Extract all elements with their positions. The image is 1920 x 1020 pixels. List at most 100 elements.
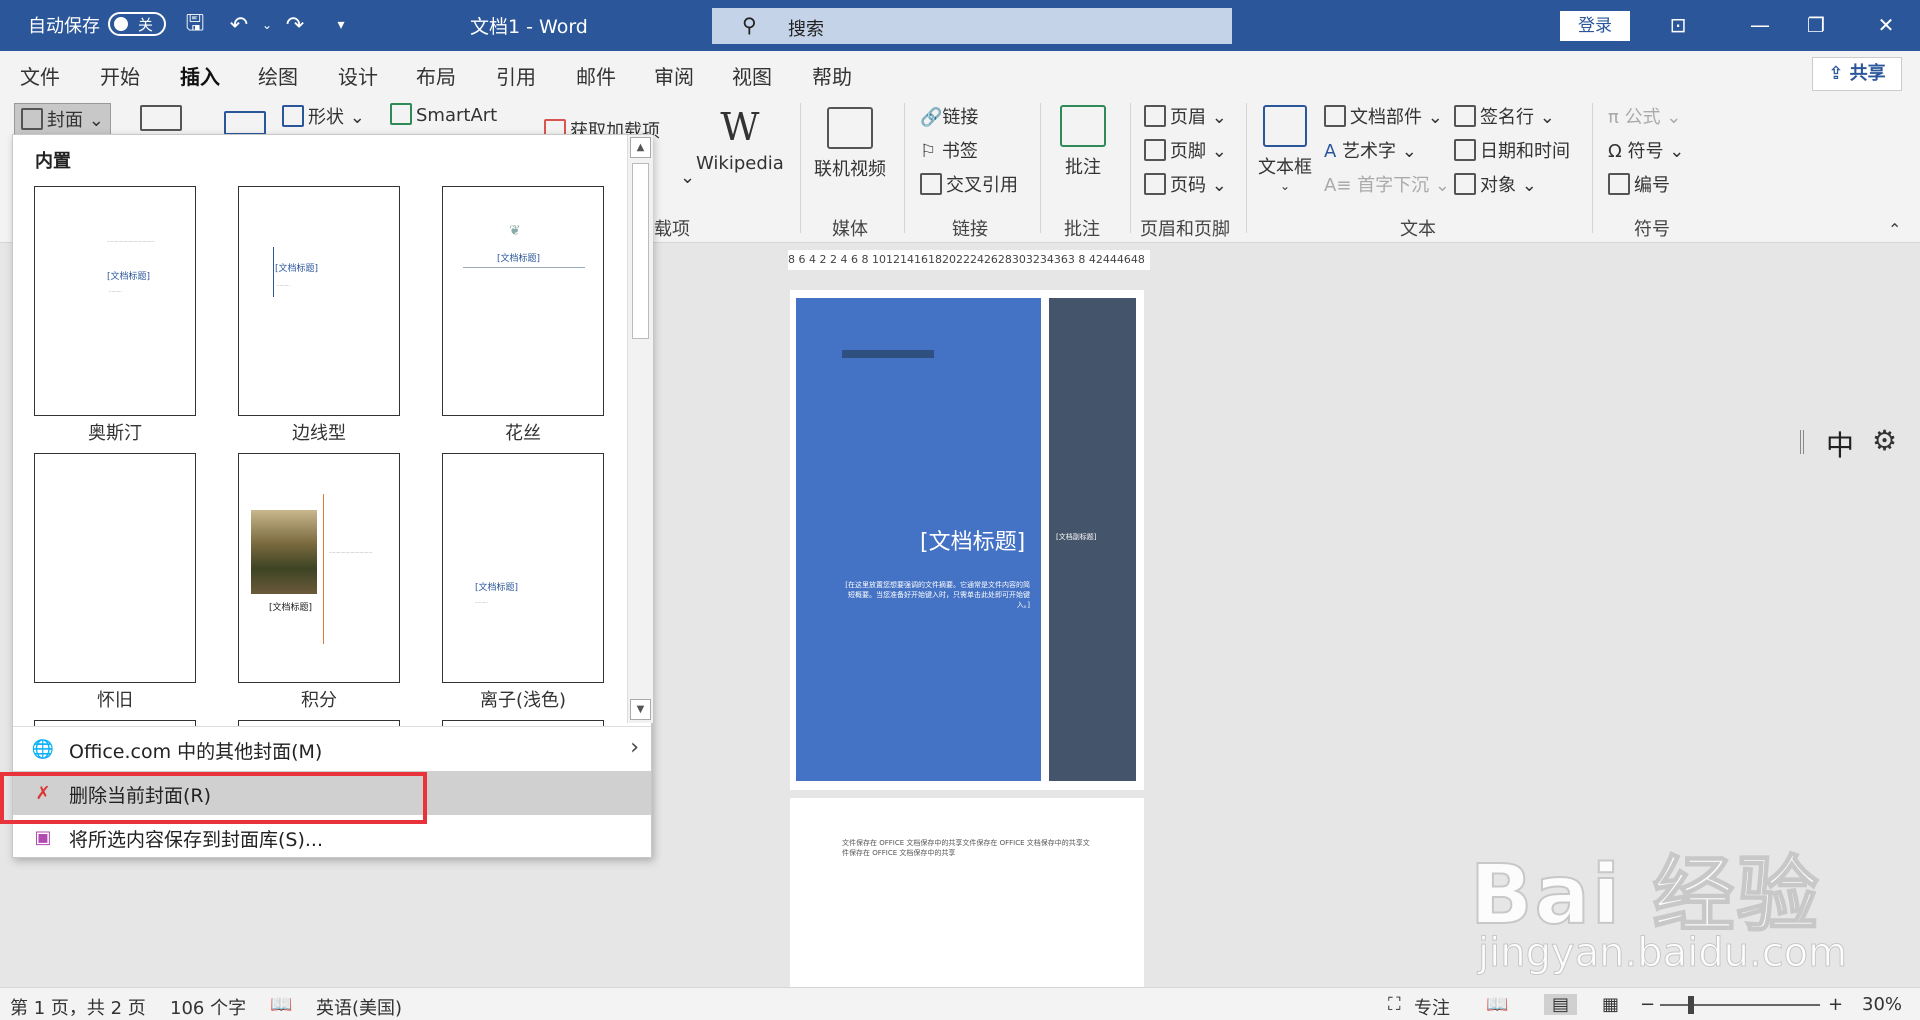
web-layout-icon[interactable]: ▦: [1602, 994, 1619, 1015]
comment-label: 批注: [1065, 157, 1101, 178]
more-covers-menu-item[interactable]: 🌐 Office.com 中的其他封面(M) ›: [13, 727, 651, 771]
tab-layout[interactable]: 布局: [416, 61, 456, 90]
read-mode-icon[interactable]: 📖: [1486, 994, 1508, 1015]
horizontal-ruler[interactable]: 8 6 4 2 2 4 6 8 101214161820222426283032…: [788, 250, 1150, 270]
word-count[interactable]: 106 个字: [170, 994, 246, 1020]
proofing-icon[interactable]: 📖: [270, 994, 292, 1015]
zoom-level[interactable]: 30%: [1862, 994, 1902, 1015]
scroll-down-icon[interactable]: ▼: [630, 699, 651, 720]
scroll-up-icon[interactable]: ▲: [630, 137, 651, 158]
header-label: 页眉: [1170, 107, 1206, 128]
table-icon[interactable]: [140, 105, 186, 132]
ime-mode-indicator[interactable]: 中: [1826, 424, 1854, 464]
tab-home[interactable]: 开始: [100, 61, 140, 90]
separator: [800, 103, 801, 233]
zoom-slider-track[interactable]: [1660, 1004, 1820, 1006]
tab-view[interactable]: 视图: [732, 61, 772, 90]
login-button[interactable]: 登录: [1560, 11, 1630, 41]
redo-icon[interactable]: ↷: [280, 10, 310, 40]
textbox-label: 文本框: [1258, 157, 1312, 178]
cover-thumb-retrospect[interactable]: [34, 453, 196, 683]
tab-insert[interactable]: 插入: [180, 61, 220, 98]
tab-design[interactable]: 设计: [338, 61, 378, 90]
tab-mailings[interactable]: 邮件: [576, 61, 616, 90]
zoom-slider-knob[interactable]: [1688, 996, 1694, 1014]
group-symbols: 符号: [1634, 219, 1670, 240]
comment-icon: [1060, 105, 1106, 147]
picture-icon[interactable]: [224, 111, 270, 136]
bookmark-button[interactable]: ⚐ 书签: [920, 137, 978, 163]
tab-file[interactable]: 文件: [20, 61, 60, 90]
zoom-out-icon[interactable]: −: [1640, 994, 1655, 1015]
customize-toolbar-icon[interactable]: ▾: [326, 10, 356, 40]
numbering-button[interactable]: 编号: [1608, 171, 1670, 197]
header-button[interactable]: 页眉 ⌄: [1144, 103, 1227, 129]
focus-icon[interactable]: ⛶: [1388, 994, 1401, 1015]
tab-review[interactable]: 审阅: [654, 61, 694, 90]
footer-button[interactable]: 页脚 ⌄: [1144, 137, 1227, 163]
gear-icon[interactable]: ⚙: [1872, 424, 1897, 457]
cover-document-title[interactable]: [文档标题]: [920, 524, 1025, 556]
cover-thumb-austin[interactable]: ····································· [文…: [34, 186, 196, 416]
close-icon[interactable]: ✕: [1866, 10, 1906, 40]
ime-drag-handle[interactable]: [1800, 430, 1804, 454]
table-grid-icon: [140, 105, 182, 131]
cover-thumb-sideline[interactable]: [文档标题] ··········: [238, 186, 400, 416]
tab-help[interactable]: 帮助: [812, 61, 852, 90]
tab-references[interactable]: 引用: [496, 61, 536, 90]
filigree-ornament-icon: ❦: [509, 223, 521, 239]
second-page[interactable]: [790, 798, 1144, 988]
cover-thumb-integral[interactable]: [文档标题] ·································…: [238, 453, 400, 683]
cover-thumb-ion-light[interactable]: [文档标题] ··········: [442, 453, 604, 683]
collapse-ribbon-icon[interactable]: ⌃: [1888, 220, 1901, 239]
comment-button[interactable]: 批注: [1060, 105, 1106, 179]
symbol-button[interactable]: Ω 符号 ⌄: [1608, 137, 1684, 163]
shapes-button[interactable]: 形状 ⌄: [282, 103, 365, 129]
cross-reference-icon: [920, 173, 942, 195]
footer-icon: [1144, 139, 1166, 161]
cross-reference-button[interactable]: 交叉引用: [920, 171, 1018, 197]
page-count[interactable]: 第 1 页，共 2 页: [10, 994, 146, 1020]
header-icon: [1144, 105, 1166, 127]
save-icon[interactable]: 🖫: [180, 10, 210, 40]
autosave-toggle[interactable]: 关: [108, 12, 166, 36]
my-addins-dropdown[interactable]: ⌄: [680, 167, 695, 188]
cover-page-button[interactable]: 封面 ⌄: [14, 103, 111, 135]
search-box[interactable]: ⚲ 搜索: [712, 8, 1232, 44]
drop-cap-button[interactable]: A≡ 首字下沉 ⌄: [1324, 171, 1450, 197]
wordart-button[interactable]: A 艺术字 ⌄: [1324, 137, 1417, 163]
bookmark-icon: ⚐: [920, 141, 942, 162]
signature-line-button[interactable]: 签名行 ⌄: [1454, 103, 1555, 129]
date-time-button[interactable]: 日期和时间: [1454, 137, 1570, 163]
gallery-scrollbar[interactable]: ▲ ▼: [627, 135, 653, 723]
tab-draw[interactable]: 绘图: [258, 61, 298, 90]
undo-icon[interactable]: ↶: [224, 10, 254, 40]
cover-thumb-filigree[interactable]: ❦ [文档标题]: [442, 186, 604, 416]
cover-side-title[interactable]: [文档副标题]: [1056, 532, 1096, 542]
object-button[interactable]: 对象 ⌄: [1454, 171, 1537, 197]
page2-body-text[interactable]: 文件保存在 OFFICE 文档保存中的共享文件保存在 OFFICE 文档保存中的…: [842, 838, 1092, 858]
page-number-button[interactable]: 页码 ⌄: [1144, 171, 1227, 197]
ribbon-display-icon[interactable]: ⊡: [1658, 10, 1698, 40]
restore-icon[interactable]: ❐: [1796, 10, 1836, 40]
zoom-in-icon[interactable]: +: [1828, 994, 1843, 1015]
scroll-thumb[interactable]: [632, 163, 649, 339]
focus-label[interactable]: 专注: [1414, 994, 1450, 1020]
undo-dropdown-icon[interactable]: ⌄: [252, 10, 282, 40]
minimize-icon[interactable]: —: [1740, 10, 1780, 40]
share-button[interactable]: ⇪ 共享: [1812, 57, 1902, 91]
smartart-button[interactable]: SmartArt: [390, 103, 497, 126]
wikipedia-button[interactable]: W Wikipedia: [696, 105, 784, 174]
thumb-rule: [323, 494, 324, 644]
document-title: 文档1 - Word: [470, 16, 588, 38]
print-layout-icon[interactable]: ▤: [1544, 994, 1578, 1015]
language-indicator[interactable]: 英语(美国): [316, 994, 402, 1020]
equation-button[interactable]: π 公式 ⌄: [1608, 103, 1681, 129]
online-video-button[interactable]: 联机视频: [814, 107, 886, 181]
group-links: 链接: [952, 219, 988, 240]
link-button[interactable]: 🔗链接: [920, 103, 978, 129]
textbox-button[interactable]: 文本框 ⌄: [1258, 105, 1312, 193]
cover-abstract[interactable]: [在这里放置您想要强调的文件摘要。它通常是文件内容的简短概要。当您准备好开始键入…: [840, 580, 1030, 610]
quick-parts-button[interactable]: 文档部件 ⌄: [1324, 103, 1443, 129]
group-addins: 载项: [654, 219, 690, 240]
